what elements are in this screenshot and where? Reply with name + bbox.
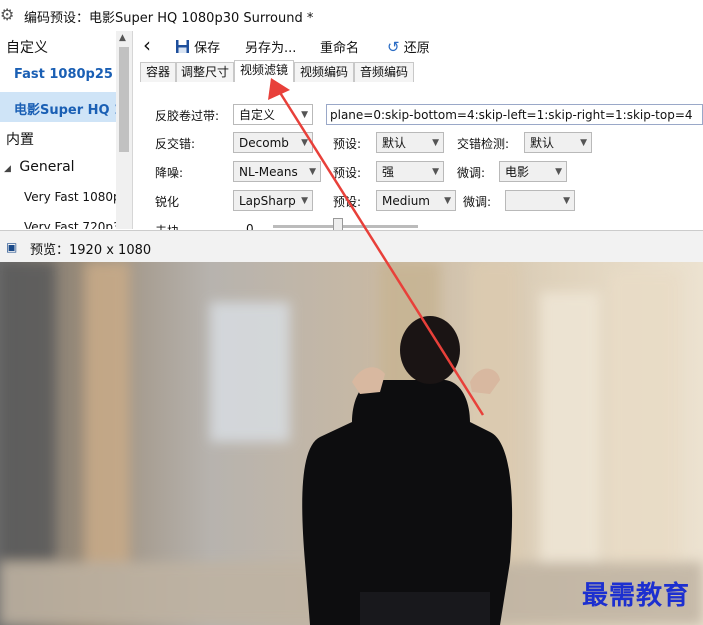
deblock-slider-thumb[interactable] <box>333 218 343 230</box>
sidebar-item-label: 自定义 <box>6 40 48 56</box>
preset-sidebar: 自定义 Fast 1080p25 电影Super HQ 1080p30 Surr… <box>0 31 133 229</box>
detelecine-dropdown[interactable]: 自定义 ▼ <box>233 104 313 125</box>
sidebar-item-label: 电影Super HQ 1080p30 Surround <box>14 103 116 118</box>
title-bar: ⚙ 编码预设：电影Super HQ 1080p30 Surround * <box>0 0 703 31</box>
chevron-down-icon: ▼ <box>432 138 439 148</box>
window-title: 编码预设：电影Super HQ 1080p30 Surround * <box>24 11 314 26</box>
sidebar-group-builtin[interactable]: 内置 <box>6 129 122 149</box>
detelecine-custom-text: plane=0:skip-bottom=4:skip-left=1:skip-r… <box>330 108 693 122</box>
detelecine-value: 自定义 <box>239 108 276 122</box>
deblock-value: 0 <box>246 222 254 230</box>
sharpen-preset-label: 预设: <box>333 195 362 209</box>
tab-container[interactable]: 容器 <box>140 62 176 83</box>
save-label: 保存 <box>194 41 221 56</box>
watermark-text: 最需教育 <box>582 581 691 611</box>
preview-header: ▣ 预览：1920 x 1080 <box>0 230 703 263</box>
restore-button[interactable]: ↺ 还原 <box>387 37 430 56</box>
undo-icon: ↺ <box>387 38 400 56</box>
save-button[interactable]: 保存 <box>175 37 220 56</box>
denoise-preset-dropdown[interactable]: 强 ▼ <box>376 161 444 182</box>
deinterlace-label: 反交错: <box>155 137 196 151</box>
interlace-detect-dropdown[interactable]: 默认 ▼ <box>524 132 592 153</box>
rename-button[interactable]: 重命名 <box>320 37 359 56</box>
deinterlace-preset-dropdown[interactable]: 默认 ▼ <box>376 132 444 153</box>
save-as-button[interactable]: 另存为... <box>245 37 296 56</box>
sidebar-item-label: Fast 1080p25 <box>14 67 113 82</box>
sidebar-group-custom[interactable]: 自定义 <box>6 37 122 57</box>
deblock-label: 去块 <box>155 222 179 230</box>
sidebar-scrollbar[interactable]: ▲ <box>116 31 132 229</box>
denoise-value: NL-Means <box>239 165 298 179</box>
sharpen-tune-dropdown[interactable]: ▼ <box>505 190 575 211</box>
toolbar: ‹ 保存 另存为... 重命名 ↺ 还原 <box>133 31 703 59</box>
chevron-down-icon: ▼ <box>444 196 451 206</box>
chevron-down-icon: ▼ <box>555 167 562 177</box>
denoise-label: 降噪: <box>155 166 184 180</box>
deinterlace-preset-value: 默认 <box>382 136 407 150</box>
deinterlace-value: Decomb <box>239 136 289 150</box>
sidebar-item-label: General <box>19 159 75 175</box>
monitor-icon: ▣ <box>6 240 18 254</box>
denoise-preset-label: 预设: <box>333 166 362 180</box>
denoise-tune-dropdown[interactable]: 电影 ▼ <box>499 161 567 182</box>
sharpen-value: LapSharp <box>239 194 296 208</box>
preview-photo-illustration <box>0 262 703 625</box>
interlace-detect-label: 交错检测: <box>457 137 510 151</box>
sharpen-preset-dropdown[interactable]: Medium ▼ <box>376 190 456 211</box>
tab-dimensions[interactable]: 调整尺寸 <box>176 62 234 83</box>
denoise-preset-value: 强 <box>382 165 395 179</box>
denoise-tune-label: 微调: <box>457 166 486 180</box>
deinterlace-dropdown[interactable]: Decomb ▼ <box>233 132 313 153</box>
collapse-triangle-icon[interactable]: ◢ <box>4 164 11 174</box>
sharpen-tune-label: 微调: <box>463 195 492 209</box>
preview-image: 最需教育 <box>0 262 703 625</box>
back-arrow-icon[interactable]: ‹ <box>143 33 151 57</box>
sidebar-group-general[interactable]: ◢ General <box>4 159 120 175</box>
sidebar-item-label: Very Fast 1080p30 <box>24 190 116 204</box>
sharpen-label: 锐化 <box>155 195 180 209</box>
chevron-down-icon: ▼ <box>301 110 308 120</box>
chevron-down-icon: ▼ <box>309 167 316 177</box>
tab-video-filters[interactable]: 视频滤镜 <box>234 60 294 84</box>
chevron-down-icon: ▼ <box>563 196 570 206</box>
sharpen-dropdown[interactable]: LapSharp ▼ <box>233 190 313 211</box>
tab-strip: 容器 调整尺寸 视频滤镜 视频编码 音频编码 <box>133 60 703 84</box>
chevron-down-icon: ▼ <box>301 196 308 206</box>
chevron-down-icon: ▼ <box>432 167 439 177</box>
deinterlace-preset-label: 预设: <box>333 137 362 151</box>
denoise-dropdown[interactable]: NL-Means ▼ <box>233 161 321 182</box>
sidebar-item-label: Very Fast 720p30 <box>24 220 116 229</box>
scrollbar-thumb[interactable] <box>119 47 129 152</box>
deblock-slider-track[interactable] <box>273 225 418 228</box>
sidebar-item-very-fast-1080p[interactable]: Very Fast 1080p30 <box>24 190 116 204</box>
video-filters-panel: 反胶卷过带: 自定义 ▼ plane=0:skip-bottom=4:skip-l… <box>133 82 703 230</box>
scroll-up-icon[interactable]: ▲ <box>119 33 126 43</box>
sharpen-preset-value: Medium <box>382 194 430 208</box>
sidebar-item-label: 内置 <box>6 132 34 148</box>
preview-label: 预览：1920 x 1080 <box>30 243 152 258</box>
detelecine-label: 反胶卷过带: <box>155 109 220 123</box>
chevron-down-icon: ▼ <box>301 138 308 148</box>
denoise-tune-value: 电影 <box>505 165 530 179</box>
tab-video-encoding[interactable]: 视频编码 <box>294 62 354 83</box>
chevron-down-icon: ▼ <box>580 138 587 148</box>
tab-audio-encoding[interactable]: 音频编码 <box>354 62 414 83</box>
sidebar-item-selected[interactable]: 电影Super HQ 1080p30 Surround <box>0 92 116 122</box>
interlace-detect-value: 默认 <box>530 136 555 150</box>
sidebar-item-very-fast-720p[interactable]: Very Fast 720p30 <box>24 220 116 229</box>
detelecine-custom-input[interactable]: plane=0:skip-bottom=4:skip-left=1:skip-r… <box>326 104 703 125</box>
gear-icon: ⚙ <box>0 5 15 24</box>
restore-label: 还原 <box>403 41 430 56</box>
save-icon <box>176 40 189 53</box>
sidebar-item-fast-1080p25[interactable]: Fast 1080p25 <box>14 67 116 82</box>
